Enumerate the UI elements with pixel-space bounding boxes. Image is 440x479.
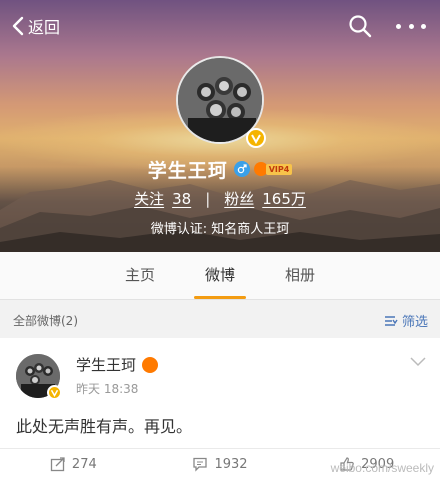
- watermark-text: weibo.com/sweekly: [330, 461, 434, 475]
- stats-separator: |: [205, 189, 211, 208]
- tab-album[interactable]: 相册: [260, 252, 340, 300]
- more-dot-icon: [396, 23, 401, 29]
- back-button[interactable]: 返回: [12, 12, 60, 40]
- fans-label: 粉丝: [224, 190, 255, 208]
- profile-tabs: 主页 微博 相册: [0, 252, 440, 300]
- verified-badge-icon: [246, 128, 266, 148]
- post-timestamp: 昨天 18:38: [76, 382, 139, 396]
- comment-count: 1932: [214, 456, 248, 472]
- post-author-name[interactable]: 学生王珂: [76, 354, 136, 375]
- follow-stat[interactable]: 关注 38: [134, 188, 191, 209]
- filter-button[interactable]: 筛选: [384, 311, 428, 330]
- post-author-row: 学生王珂: [76, 354, 159, 375]
- vip-crown-icon: [142, 356, 159, 373]
- chevron-left-icon: [12, 16, 24, 36]
- filter-icon: [384, 315, 398, 326]
- verification-info: 微博认证: 知名商人王珂: [150, 222, 290, 237]
- more-dot-icon: [421, 23, 426, 29]
- repost-button[interactable]: 274: [0, 449, 147, 479]
- profile-stats: 关注 38 | 粉丝 165万: [0, 188, 440, 209]
- verified-badge-icon: [47, 385, 62, 400]
- filter-bar: 全部微博(2) 筛选: [0, 300, 440, 338]
- follow-label: 关注: [134, 190, 165, 208]
- profile-name-row: 学生王珂 VIP4: [0, 156, 440, 182]
- profile-name: 学生王珂: [147, 159, 228, 182]
- all-posts-count: 全部微博(2): [13, 314, 78, 328]
- post-text: 此处无声胜有声。再见。: [16, 417, 193, 436]
- repost-count: 274: [71, 456, 97, 472]
- top-bar: 返回: [0, 0, 440, 52]
- post-menu-button[interactable]: [410, 352, 426, 371]
- search-button[interactable]: [348, 14, 372, 38]
- filter-label: 筛选: [401, 315, 428, 330]
- male-gender-icon: [233, 161, 250, 177]
- vip-level: VIP4: [265, 163, 293, 175]
- post-card[interactable]: 学生王珂 昨天 18:38 此处无声胜有声。再见。 274 1932 2909 …: [0, 338, 440, 479]
- back-label: 返回: [28, 18, 61, 37]
- chevron-down-icon: [410, 357, 426, 367]
- search-icon: [349, 15, 372, 38]
- tab-weibo[interactable]: 微博: [180, 252, 260, 300]
- tab-home[interactable]: 主页: [100, 252, 180, 300]
- active-tab-indicator: [194, 296, 246, 299]
- comment-icon: [193, 457, 208, 472]
- comment-button[interactable]: 1932: [147, 449, 294, 479]
- vip-badge[interactable]: VIP4: [253, 162, 293, 176]
- repost-icon: [50, 457, 65, 472]
- fans-stat[interactable]: 粉丝 165万: [224, 188, 306, 209]
- more-dot-icon: [408, 23, 414, 29]
- more-button[interactable]: [396, 16, 426, 36]
- follow-count: 38: [172, 189, 192, 208]
- fans-count: 165万: [262, 190, 306, 208]
